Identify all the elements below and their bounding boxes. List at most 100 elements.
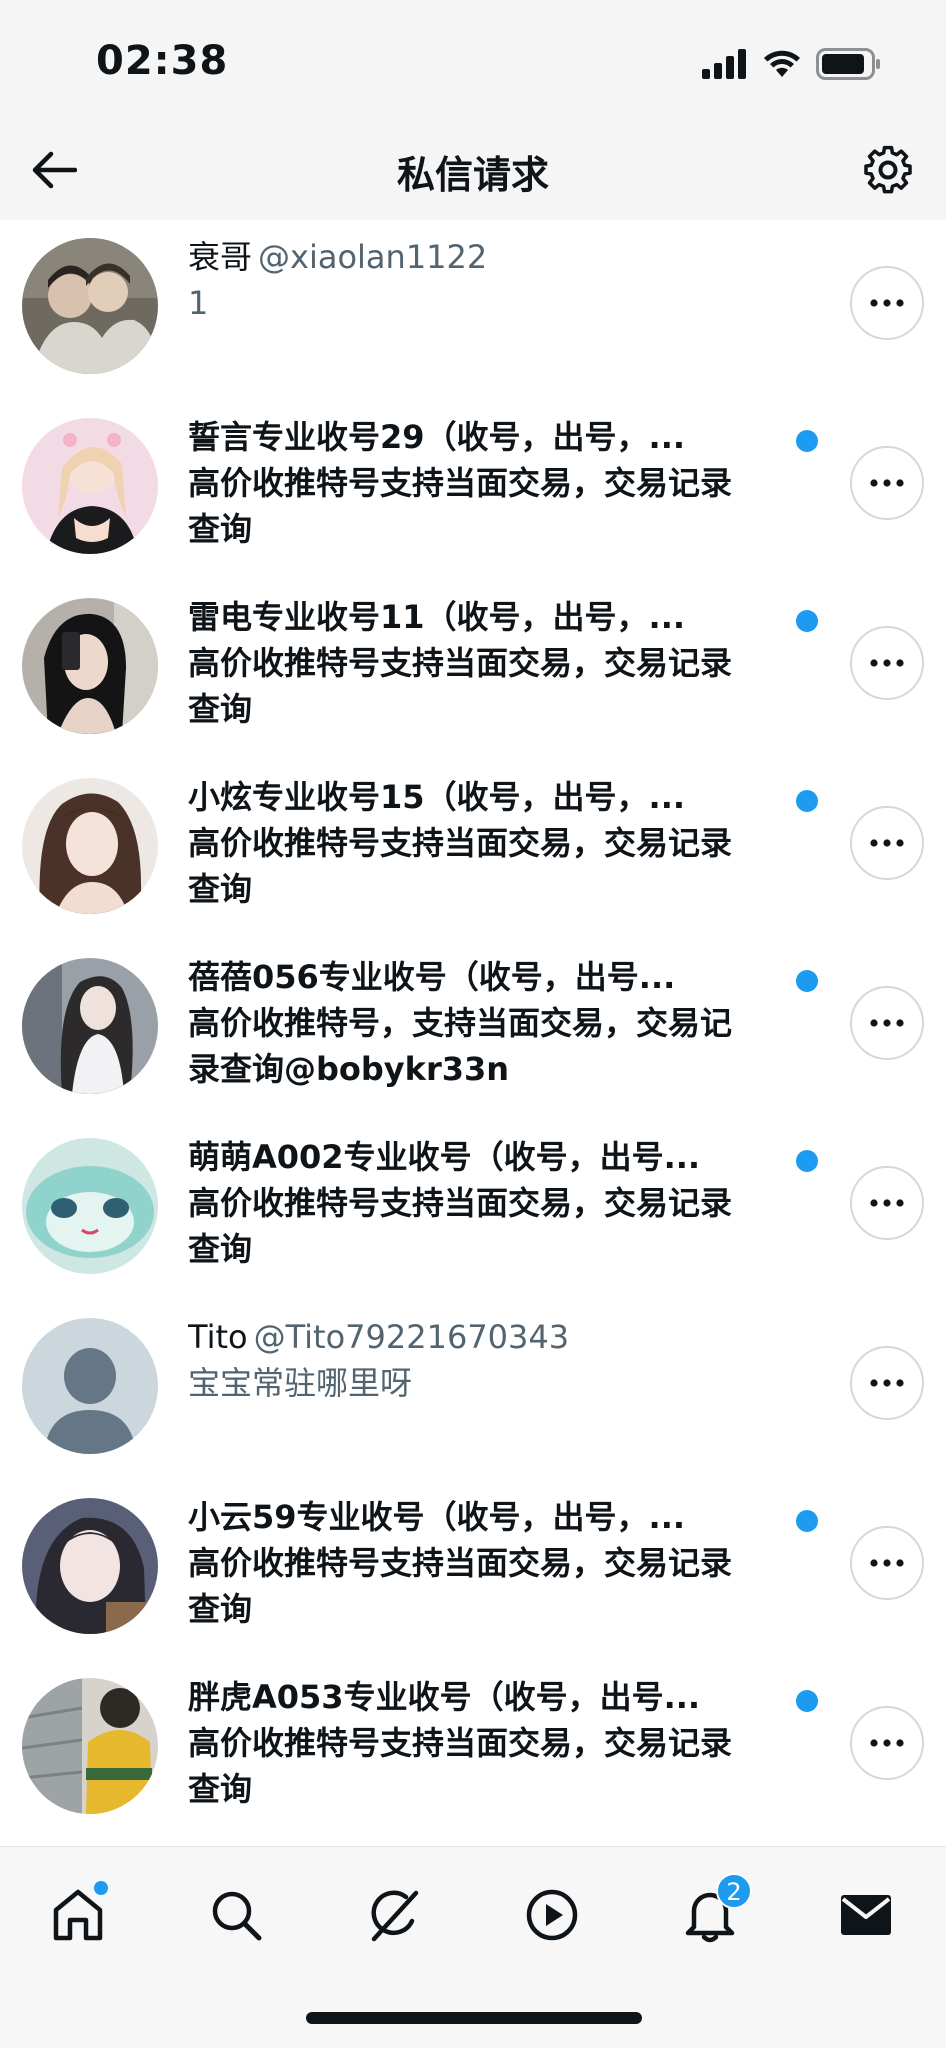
gear-icon bbox=[864, 145, 912, 194]
ellipsis-icon bbox=[870, 1019, 904, 1027]
tab-notifications[interactable]: 2 bbox=[670, 1873, 752, 1955]
list-item[interactable]: 萌萌A002专业收号（收号，出号... 高价收推特号支持当面交易，交易记录 查询 bbox=[0, 1120, 946, 1300]
avatar[interactable] bbox=[22, 1498, 158, 1634]
sender-line: 誓言专业收号29（收号，出号，... bbox=[188, 414, 818, 460]
status-bar: 02:38 bbox=[0, 0, 946, 120]
message-snippet: 高价收推特号，支持当面交易，交易记 bbox=[188, 1004, 733, 1042]
cellular-signal-icon bbox=[702, 49, 746, 79]
tab-home[interactable] bbox=[38, 1875, 118, 1955]
sender-name: 小炫专业收号15（收号，出号，... bbox=[188, 778, 686, 816]
sender-line: 衰哥 @xiaolan1122 bbox=[188, 234, 818, 280]
list-item[interactable]: Tito @Tito79221670343 宝宝常驻哪里呀 bbox=[0, 1300, 946, 1480]
message-snippet: 查询 bbox=[188, 510, 253, 548]
ellipsis-icon bbox=[870, 1559, 904, 1567]
sender-name: Tito bbox=[188, 1318, 248, 1356]
sender-name: 誓言专业收号29（收号，出号，... bbox=[188, 418, 686, 456]
more-options-button[interactable] bbox=[850, 1706, 924, 1780]
settings-button[interactable] bbox=[856, 138, 920, 202]
request-text: 小炫专业收号15（收号，出号，... 高价收推特号支持当面交易，交易记录 查询 bbox=[188, 774, 818, 912]
sender-name: 胖虎A053专业收号（收号，出号... bbox=[188, 1678, 701, 1716]
more-options-button[interactable] bbox=[850, 446, 924, 520]
more-options-button[interactable] bbox=[850, 266, 924, 340]
avatar[interactable] bbox=[22, 598, 158, 734]
more-options-button[interactable] bbox=[850, 1166, 924, 1240]
tab-grok[interactable] bbox=[354, 1875, 434, 1955]
tab-video[interactable] bbox=[512, 1875, 592, 1955]
avatar[interactable] bbox=[22, 418, 158, 554]
ellipsis-icon bbox=[870, 479, 904, 487]
ellipsis-icon bbox=[870, 1379, 904, 1387]
sender-line: 小炫专业收号15（收号，出号，... bbox=[188, 774, 818, 820]
list-item[interactable]: 蓓蓓056专业收号（收号，出号... 高价收推特号，支持当面交易，交易记 录查询… bbox=[0, 940, 946, 1120]
request-text: Tito @Tito79221670343 宝宝常驻哪里呀 bbox=[188, 1314, 818, 1406]
message-snippet: 查询 bbox=[188, 1590, 253, 1628]
list-item[interactable]: 誓言专业收号29（收号，出号，... 高价收推特号支持当面交易，交易记录 查询 bbox=[0, 400, 946, 580]
grok-icon bbox=[371, 1890, 419, 1942]
avatar[interactable] bbox=[22, 778, 158, 914]
ellipsis-icon bbox=[870, 1199, 904, 1207]
home-indicator bbox=[306, 2012, 642, 2024]
list-item[interactable]: 衰哥 @xiaolan1122 1 bbox=[0, 220, 946, 400]
sender-name: 小云59专业收号（收号，出号，... bbox=[188, 1498, 686, 1536]
request-text: 蓓蓓056专业收号（收号，出号... 高价收推特号，支持当面交易，交易记 录查询… bbox=[188, 954, 818, 1092]
avatar[interactable] bbox=[22, 1138, 158, 1274]
sender-name: 雷电专业收号11（收号，出号，... bbox=[188, 598, 686, 636]
unread-indicator bbox=[796, 970, 818, 992]
more-options-button[interactable] bbox=[850, 626, 924, 700]
tab-messages[interactable] bbox=[826, 1875, 906, 1955]
sender-line: 雷电专业收号11（收号，出号，... bbox=[188, 594, 818, 640]
sender-handle: @Tito79221670343 bbox=[253, 1318, 570, 1356]
ellipsis-icon bbox=[870, 659, 904, 667]
sender-line: Tito @Tito79221670343 bbox=[188, 1314, 818, 1360]
request-text: 小云59专业收号（收号，出号，... 高价收推特号支持当面交易，交易记录 查询 bbox=[188, 1494, 818, 1632]
nav-bar: 私信请求 bbox=[0, 120, 946, 220]
sender-line: 胖虎A053专业收号（收号，出号... bbox=[188, 1674, 818, 1720]
sender-line: 萌萌A002专业收号（收号，出号... bbox=[188, 1134, 818, 1180]
message-snippet: 高价收推特号支持当面交易，交易记录 bbox=[188, 464, 733, 502]
ellipsis-icon bbox=[870, 839, 904, 847]
more-options-button[interactable] bbox=[850, 986, 924, 1060]
mail-icon bbox=[841, 1895, 891, 1935]
more-options-button[interactable] bbox=[850, 806, 924, 880]
sender-line: 蓓蓓056专业收号（收号，出号... bbox=[188, 954, 818, 1000]
request-text: 衰哥 @xiaolan1122 1 bbox=[188, 234, 818, 326]
page-title: 私信请求 bbox=[396, 153, 549, 197]
sender-handle: @xiaolan1122 bbox=[258, 238, 488, 276]
list-item[interactable]: 胖虎A053专业收号（收号，出号... 高价收推特号支持当面交易，交易记录 查询 bbox=[0, 1660, 946, 1840]
request-text: 胖虎A053专业收号（收号，出号... 高价收推特号支持当面交易，交易记录 查询 bbox=[188, 1674, 818, 1812]
message-snippet: 高价收推特号支持当面交易，交易记录 bbox=[188, 824, 733, 862]
list-item[interactable]: 小云59专业收号（收号，出号，... 高价收推特号支持当面交易，交易记录 查询 bbox=[0, 1480, 946, 1660]
sender-line: 小云59专业收号（收号，出号，... bbox=[188, 1494, 818, 1540]
message-snippet: 高价收推特号支持当面交易，交易记录 bbox=[188, 644, 733, 682]
list-item[interactable]: 雷电专业收号11（收号，出号，... 高价收推特号支持当面交易，交易记录 查询 bbox=[0, 580, 946, 760]
unread-indicator bbox=[796, 1690, 818, 1712]
battery-icon bbox=[816, 48, 880, 80]
avatar[interactable] bbox=[22, 1678, 158, 1814]
status-time: 02:38 bbox=[96, 38, 229, 84]
ellipsis-icon bbox=[870, 1739, 904, 1747]
default-avatar[interactable] bbox=[22, 1318, 158, 1454]
avatar[interactable] bbox=[22, 958, 158, 1094]
list-item[interactable]: 小炫专业收号15（收号，出号，... 高价收推特号支持当面交易，交易记录 查询 bbox=[0, 760, 946, 940]
sender-name: 萌萌A002专业收号（收号，出号... bbox=[188, 1138, 701, 1176]
more-options-button[interactable] bbox=[850, 1526, 924, 1600]
home-new-indicator bbox=[94, 1881, 108, 1895]
message-snippet: 高价收推特号支持当面交易，交易记录 bbox=[188, 1544, 733, 1582]
more-options-button[interactable] bbox=[850, 1346, 924, 1420]
request-text: 萌萌A002专业收号（收号，出号... 高价收推特号支持当面交易，交易记录 查询 bbox=[188, 1134, 818, 1272]
unread-indicator bbox=[796, 610, 818, 632]
message-snippet: 高价收推特号支持当面交易，交易记录 bbox=[188, 1724, 733, 1762]
message-snippet: 宝宝常驻哪里呀 bbox=[188, 1364, 413, 1402]
message-snippet: 1 bbox=[188, 284, 209, 322]
notifications-badge: 2 bbox=[716, 1873, 752, 1909]
sender-name: 衰哥 bbox=[188, 238, 253, 276]
avatar[interactable] bbox=[22, 238, 158, 374]
home-icon bbox=[53, 1889, 103, 1941]
message-snippet: 高价收推特号支持当面交易，交易记录 bbox=[188, 1184, 733, 1222]
play-icon bbox=[526, 1889, 578, 1941]
tab-search[interactable] bbox=[196, 1875, 276, 1955]
unread-indicator bbox=[796, 1150, 818, 1172]
sender-name: 蓓蓓056专业收号（收号，出号... bbox=[188, 958, 676, 996]
search-icon bbox=[212, 1891, 262, 1941]
unread-indicator bbox=[796, 430, 818, 452]
